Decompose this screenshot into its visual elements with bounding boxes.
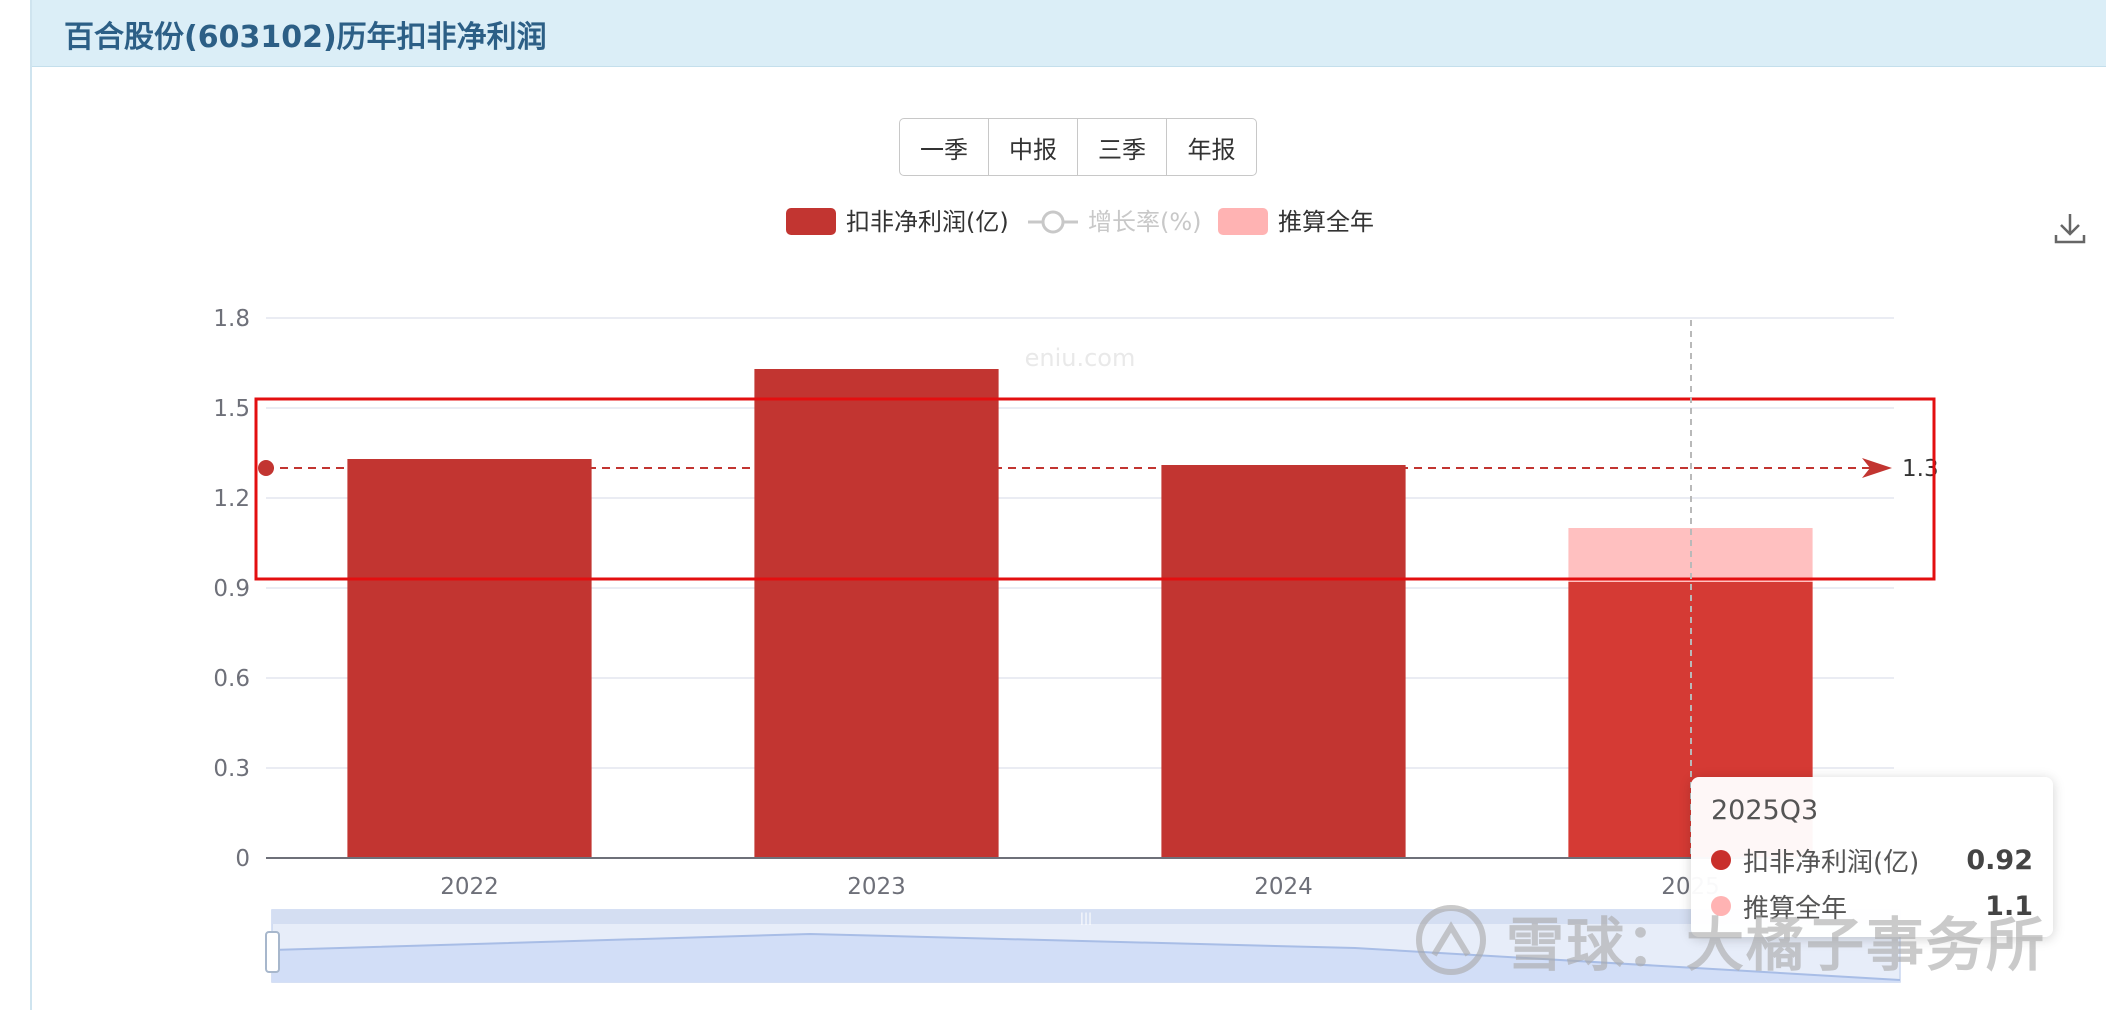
- x-tick-label: 2023: [847, 874, 906, 900]
- zoom-grip-icon: |||: [1080, 911, 1092, 925]
- xueqiu-logo-icon: [1416, 905, 1486, 975]
- y-tick-label: 0.6: [213, 666, 250, 692]
- legend-label-growth-rate: 增长率(%): [1088, 208, 1202, 236]
- x-tick-label: 2024: [1254, 874, 1313, 900]
- bar-net-profit-2023[interactable]: [754, 369, 999, 858]
- legend-swatch-net-profit: [786, 208, 836, 235]
- y-tick-label: 1.2: [213, 486, 250, 512]
- bars: [347, 369, 1813, 858]
- y-tick-label: 0.3: [213, 756, 250, 782]
- reference-line-start-dot: [258, 460, 274, 476]
- legend-marker-growth-rate: [1041, 210, 1065, 234]
- legend-item-net-profit[interactable]: 扣非净利润(亿): [786, 208, 1009, 236]
- legend: 扣非净利润(亿) 增长率(%) 推算全年: [786, 208, 1374, 236]
- legend-swatch-projection: [1218, 208, 1268, 235]
- tooltip-row-net-profit: 扣非净利润(亿) 0.92: [1711, 842, 2033, 878]
- x-tick-label: 2022: [440, 874, 499, 900]
- legend-label-net-profit: 扣非净利润(亿): [846, 208, 1009, 236]
- tooltip-title: 2025Q3: [1711, 795, 1819, 826]
- y-tick-label: 0.9: [213, 576, 250, 602]
- tooltip-value-net-profit: 0.92: [1966, 844, 2033, 876]
- x-axis-labels: 2022202320242025: [440, 874, 1720, 900]
- bar-net-profit-2022[interactable]: [347, 459, 592, 858]
- watermark-text: 雪球：大橘子事务所: [1506, 911, 2047, 979]
- tooltip-label-net-profit: 扣非净利润(亿): [1743, 847, 1920, 878]
- legend-item-growth-rate[interactable]: 增长率(%): [1028, 208, 1202, 236]
- legend-item-projection[interactable]: 推算全年: [1218, 208, 1374, 236]
- site-watermark: eniu.com: [1025, 344, 1136, 372]
- y-tick-label: 0: [235, 846, 250, 872]
- y-axis-labels: 0 0.3 0.6 0.9 1.2 1.5 1.8: [213, 306, 250, 872]
- download-icon[interactable]: [2052, 210, 2088, 246]
- zoom-left-handle[interactable]: [265, 931, 280, 973]
- tooltip-dot-net-profit: [1711, 850, 1731, 870]
- y-tick-label: 1.5: [213, 396, 250, 422]
- legend-label-projection: 推算全年: [1278, 208, 1374, 236]
- bar-net-profit-2024[interactable]: [1161, 465, 1406, 858]
- xueqiu-watermark: 雪球：大橘子事务所: [1414, 900, 2046, 980]
- y-tick-label: 1.8: [213, 306, 250, 332]
